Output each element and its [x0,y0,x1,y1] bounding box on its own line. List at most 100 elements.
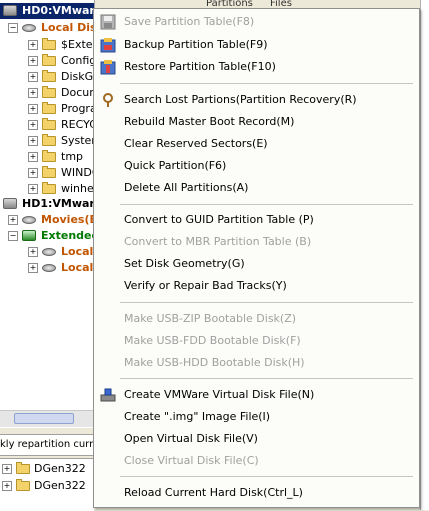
menu-item-label: Convert to GUID Partition Table (P) [124,213,314,226]
expand-icon[interactable]: + [8,215,18,225]
menu-item-label: Open Virtual Disk File(V) [124,432,258,445]
tree-item-hd0[interactable]: HD0:VMware [0,3,94,19]
tip-text: kly repartition curre [0,434,94,456]
tree-item-label: Local Dis [41,21,95,34]
tree-item-label: HD1:VMware [22,197,95,210]
folder-label: Config [61,54,95,67]
menu-item-create-vmware-disk[interactable]: Create VMWare Virtual Disk File(N) [96,384,417,406]
expand-icon[interactable]: + [28,40,38,50]
tree-item-label: Movies(E [41,213,95,226]
folder-label: $Exten [61,38,94,51]
menu-item-verify-repair-bad-tracks[interactable]: Verify or Repair Bad Tracks(Y) [96,275,417,297]
menu-item-convert-to-gpt[interactable]: Convert to GUID Partition Table (P) [96,209,417,231]
folder-label: RECYC [61,118,95,131]
menu-item-label: Make USB-HDD Bootable Disk(H) [124,356,305,369]
menu-item-reload-hard-disk[interactable]: Reload Current Hard Disk(Ctrl_L) [96,482,417,504]
expand-icon[interactable]: + [28,88,38,98]
search-lost-icon [103,93,113,107]
menu-item-label: Backup Partition Table(F9) [124,38,268,51]
expand-icon[interactable]: + [28,72,38,82]
expand-icon[interactable]: + [28,184,38,194]
expand-icon[interactable]: + [28,104,38,114]
expand-icon[interactable]: + [28,136,38,146]
menu-item-clear-reserved-sectors[interactable]: Clear Reserved Sectors(E) [96,133,417,155]
menu-item-search-lost-partitions[interactable]: Search Lost Partions(Partition Recovery(… [96,89,417,111]
folder-icon [16,479,30,491]
menu-item-save-partition-table[interactable]: Save Partition Table(F8) [96,11,417,33]
menu-item-rebuild-mbr[interactable]: Rebuild Master Boot Record(M) [96,111,417,133]
scrollbar-thumb[interactable] [14,413,74,424]
folder-icon [42,38,56,50]
hard-disk-icon [3,198,17,209]
tree-item-hd1[interactable]: HD1:VMware [0,196,94,212]
menu-item-label: Create VMWare Virtual Disk File(N) [124,388,315,401]
list-item-label: DGen322 [34,479,86,492]
restore-icon [100,60,116,75]
menu-item-label: Save Partition Table(F8) [124,15,255,28]
disk-tree: HD0:VMware − Local Dis + $Exten + Config +… [0,0,95,428]
backup-icon [100,38,116,53]
menu-item-label: Restore Partition Table(F10) [124,60,276,73]
collapse-icon[interactable]: − [8,23,18,33]
collapse-icon[interactable]: − [8,231,18,241]
expand-icon[interactable]: + [28,263,38,273]
save-icon [100,14,116,30]
expand-icon[interactable]: + [28,152,38,162]
menu-separator [120,302,413,303]
expand-icon[interactable]: + [2,464,12,474]
menu-item-label: Quick Partition(F6) [124,159,227,172]
menu-item-set-disk-geometry[interactable]: Set Disk Geometry(G) [96,253,417,275]
partition-icon [42,248,56,256]
expand-icon[interactable]: + [28,120,38,130]
tree-horizontal-scrollbar[interactable] [0,410,94,427]
right-panel-edge [420,0,429,510]
menu-item-convert-to-mbr[interactable]: Convert to MBR Partition Table (B) [96,231,417,253]
menu-item-make-usb-fdd[interactable]: Make USB-FDD Bootable Disk(F) [96,330,417,352]
tree-item-label: Extended [41,229,95,242]
menu-item-delete-all-partitions[interactable]: Delete All Partitions(A) [96,177,417,199]
menu-item-restore-partition-table[interactable]: Restore Partition Table(F10) [96,56,417,78]
folder-icon [42,134,56,146]
tree-item-local-disk[interactable]: − Local Dis [0,20,94,36]
folder-icon [16,462,30,474]
folder-label: Docum [61,86,94,99]
menu-item-open-virtual-disk[interactable]: Open Virtual Disk File(V) [96,428,417,450]
tab-files[interactable]: Files [270,0,292,8]
folder-icon [42,182,56,194]
expand-icon[interactable]: + [28,247,38,257]
menu-separator [120,378,413,379]
expand-icon[interactable]: + [28,168,38,178]
partition-icon [22,216,36,224]
folder-label: DiskGe [61,70,94,83]
menu-item-backup-partition-table[interactable]: Backup Partition Table(F9) [96,34,417,56]
menu-item-label: Convert to MBR Partition Table (B) [124,235,312,248]
tab-partitions[interactable]: Partitions [206,0,253,8]
extended-partition-icon [22,230,36,241]
menu-separator [120,476,413,477]
menu-item-quick-partition[interactable]: Quick Partition(F6) [96,155,417,177]
menu-item-label: Reload Current Hard Disk(Ctrl_L) [124,486,303,499]
menu-item-label: Create ".img" Image File(I) [124,410,271,423]
menu-item-label: Close Virtual Disk File(C) [124,454,259,467]
folder-icon [42,86,56,98]
tree-item-label: Local [61,261,94,274]
menu-item-create-img-file[interactable]: Create ".img" Image File(I) [96,406,417,428]
menu-item-label: Rebuild Master Boot Record(M) [124,115,295,128]
menu-item-label: Set Disk Geometry(G) [124,257,245,270]
vmware-icon [100,388,116,402]
folder-label: winhe: [61,182,95,195]
menu-item-label: Search Lost Partions(Partition Recovery(… [124,93,357,106]
menu-separator [120,83,413,84]
menu-separator [120,204,413,205]
folder-label: Progra [61,102,95,115]
menu-item-close-virtual-disk[interactable]: Close Virtual Disk File(C) [96,450,417,472]
tree-item-label: HD0:VMware [22,4,95,17]
expand-icon[interactable]: + [28,56,38,66]
menu-item-make-usb-hdd[interactable]: Make USB-HDD Bootable Disk(H) [96,352,417,374]
partition-icon [42,264,56,272]
folder-icon [42,54,56,66]
expand-icon[interactable]: + [2,481,12,491]
folder-icon [42,70,56,82]
menu-item-label: Make USB-FDD Bootable Disk(F) [124,334,301,347]
menu-item-make-usb-zip[interactable]: Make USB-ZIP Bootable Disk(Z) [96,308,417,330]
